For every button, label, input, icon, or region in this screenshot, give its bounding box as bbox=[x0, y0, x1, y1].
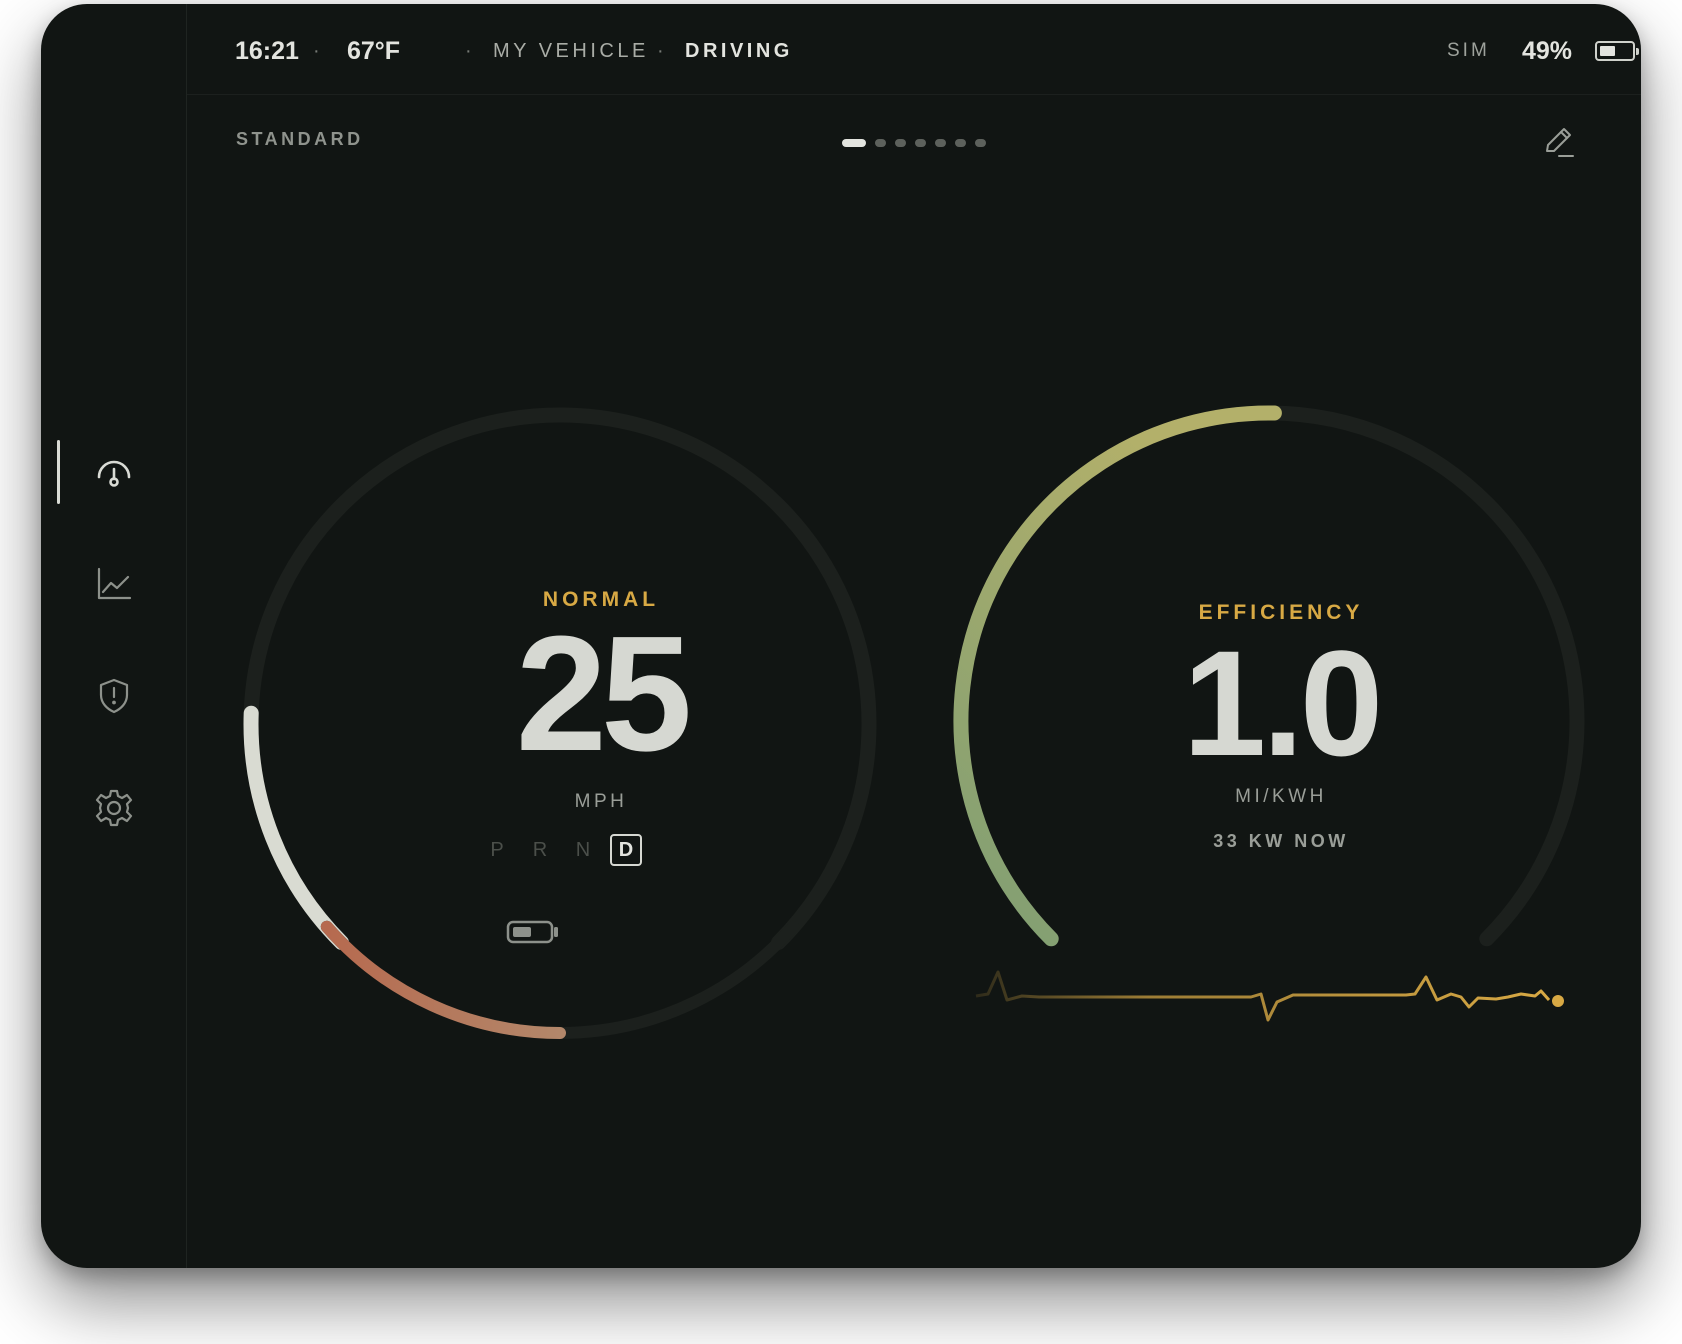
device-frame: 16:21 · 67°F · MY VEHICLE · DRIVING SIM … bbox=[41, 4, 1641, 1268]
efficiency-value: 1.0 bbox=[1182, 619, 1384, 787]
gear-d[interactable]: D bbox=[610, 834, 642, 866]
gear-p[interactable]: P bbox=[481, 834, 513, 866]
efficiency-unit: MI/KWH bbox=[1235, 786, 1327, 807]
power-trace bbox=[975, 970, 1551, 1022]
battery-icon bbox=[506, 920, 558, 944]
speed-value: 25 bbox=[515, 602, 692, 785]
gear-r[interactable]: R bbox=[524, 834, 556, 866]
gear-n[interactable]: N bbox=[567, 834, 599, 866]
gear-selector: PRND bbox=[481, 834, 651, 870]
speed-unit: MPH bbox=[574, 791, 628, 812]
power-now: 33 KW NOW bbox=[1213, 831, 1349, 851]
trace-current-point bbox=[1552, 995, 1564, 1007]
speed-arc bbox=[243, 705, 349, 950]
